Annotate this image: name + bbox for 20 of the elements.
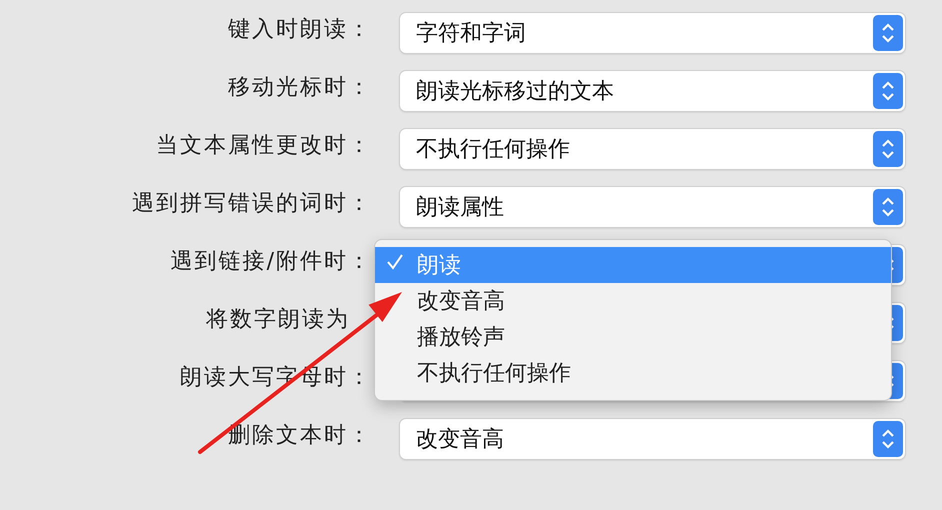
stepper-icon: [873, 73, 903, 109]
setting-label: 遇到拼写错误的词时：: [132, 190, 372, 218]
setting-label: 键入时朗读：: [228, 16, 372, 44]
popup-button[interactable]: 朗读光标移过的文本: [400, 71, 905, 111]
menu-item[interactable]: 播放铃声: [375, 319, 891, 355]
setting-label: 将数字朗读为: [206, 306, 351, 334]
popup-button[interactable]: 朗读属性: [400, 187, 905, 227]
setting-label: 移动光标时：: [228, 74, 372, 102]
popup-button[interactable]: 不执行任何操作: [400, 129, 905, 169]
checkmark-icon: [385, 252, 405, 272]
popup-button[interactable]: 改变音高: [400, 419, 905, 459]
setting-label: 当文本属性更改时：: [156, 132, 372, 160]
popup-button[interactable]: 字符和字词: [400, 13, 905, 53]
setting-label: 遇到链接/附件时：: [170, 248, 372, 276]
stepper-icon: [873, 189, 903, 225]
stepper-icon: [873, 131, 903, 167]
menu-item[interactable]: 改变音高: [375, 283, 891, 319]
menu-item[interactable]: 不执行任何操作: [375, 355, 891, 391]
stepper-icon: [873, 421, 903, 457]
stepper-icon: [873, 15, 903, 51]
